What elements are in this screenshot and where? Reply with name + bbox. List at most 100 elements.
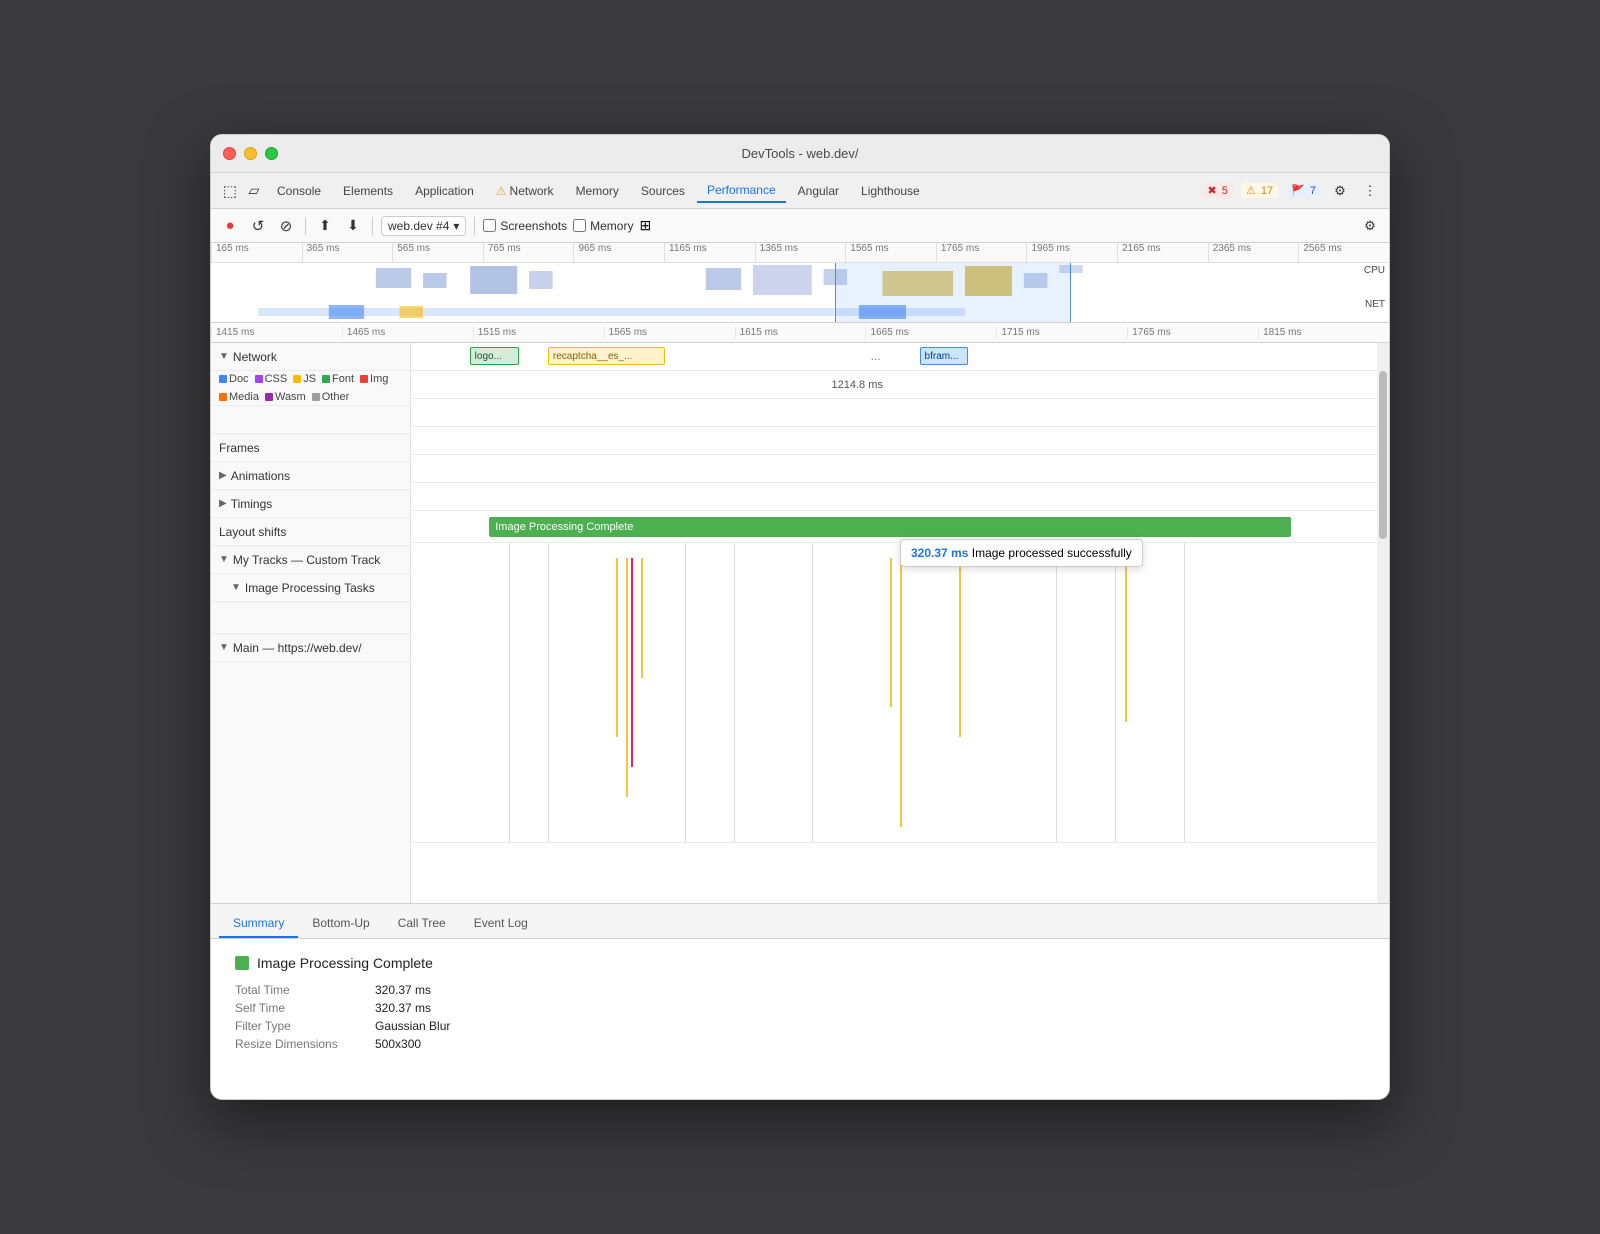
ruler2-tick-6: 1715 ms: [996, 327, 1127, 338]
inspect-icon[interactable]: ⬚: [219, 180, 241, 202]
total-time-label: Total Time: [235, 983, 375, 997]
custom-track-row[interactable]: ▼ My Tracks — Custom Track: [211, 546, 410, 574]
tab-elements[interactable]: Elements: [333, 180, 403, 202]
vtick-8: [1184, 543, 1185, 842]
self-time-value: 320.37 ms: [375, 1001, 431, 1015]
vertical-scrollbar[interactable]: [1377, 343, 1389, 903]
screenshots-toggle[interactable]: Screenshots: [483, 219, 567, 233]
vtick-7: [1115, 543, 1116, 842]
performance-toolbar: ● ↺ ⊘ ⬆ ⬇ web.dev #4 ▾ Screenshots Memor…: [211, 209, 1389, 243]
network-row[interactable]: ▼ Network: [211, 343, 410, 371]
animations-row[interactable]: ▶ Animations: [211, 462, 410, 490]
vtick-5: [812, 543, 813, 842]
filter-type-label: Filter Type: [235, 1019, 375, 1033]
toolbar-settings-icon[interactable]: ⚙: [1359, 215, 1381, 237]
tab-application[interactable]: Application: [405, 180, 484, 202]
tooltip-time: 320.37 ms: [911, 546, 968, 560]
settings-icon[interactable]: ⚙: [1329, 180, 1351, 202]
timings-track: [411, 427, 1389, 455]
vtick-yellow-2: [626, 558, 628, 797]
summary-title-row: Image Processing Complete: [235, 955, 1365, 971]
summary-row-filter-type: Filter Type Gaussian Blur: [235, 1019, 1365, 1033]
custom-track-expand-icon: ▼: [219, 554, 229, 565]
main-thread-row[interactable]: ▼ Main — https://web.dev/: [211, 634, 410, 662]
layout-shifts-track: [411, 455, 1389, 483]
tab-console[interactable]: Console: [267, 180, 331, 202]
tab-bottom-up[interactable]: Bottom-Up: [298, 910, 383, 938]
close-button[interactable]: [223, 147, 236, 160]
maximize-button[interactable]: [265, 147, 278, 160]
ruler-tick-6: 1365 ms: [755, 243, 846, 262]
clear-button[interactable]: ⊘: [275, 215, 297, 237]
vtick-yellow-4: [890, 558, 892, 708]
memory-toggle[interactable]: Memory: [573, 219, 633, 233]
tab-lighthouse[interactable]: Lighthouse: [851, 180, 930, 202]
main-thread-label: Main — https://web.dev/: [233, 641, 362, 655]
legend-doc: Doc: [219, 373, 249, 385]
recaptcha-chip[interactable]: recaptcha__es_...: [548, 347, 665, 365]
tab-sources[interactable]: Sources: [631, 180, 695, 202]
tab-angular[interactable]: Angular: [788, 180, 849, 202]
legend-js: JS: [293, 373, 316, 385]
memory-checkbox[interactable]: [573, 219, 586, 232]
separator-3: [474, 217, 475, 235]
upload-button[interactable]: ⬆: [314, 215, 336, 237]
timeline-overview[interactable]: 165 ms 365 ms 565 ms 765 ms 965 ms 1165 …: [211, 243, 1389, 323]
main-thread-track[interactable]: [411, 543, 1389, 843]
media-color: [219, 393, 227, 401]
network-chips-left-spacer: [211, 406, 410, 434]
legend-img: Img: [360, 373, 388, 385]
image-processing-track[interactable]: Image Processing Complete 320.37 ms Imag…: [411, 511, 1389, 543]
img-proc-bar-label: Image Processing Complete: [495, 521, 633, 533]
more-options-icon[interactable]: ⋮: [1359, 180, 1381, 202]
profile-selector[interactable]: web.dev #4 ▾: [381, 216, 466, 236]
tab-memory[interactable]: Memory: [566, 180, 629, 202]
window-title: DevTools - web.dev/: [741, 146, 858, 161]
img-proc-expand-icon: ▼: [231, 582, 241, 593]
timings-expand-icon: ▶: [219, 498, 227, 509]
bfram-chip[interactable]: bfram...: [920, 347, 969, 365]
ruler-tick-10: 2165 ms: [1117, 243, 1208, 262]
tab-call-tree[interactable]: Call Tree: [384, 910, 460, 938]
download-button[interactable]: ⬇: [342, 215, 364, 237]
device-icon[interactable]: ▱: [243, 180, 265, 202]
vtick-pink-1: [631, 558, 633, 767]
tab-network[interactable]: ⚠ Network: [486, 180, 564, 202]
info-icon: 🚩: [1291, 185, 1305, 197]
vtick-yellow-1: [616, 558, 618, 737]
ruler-tick-2: 565 ms: [392, 243, 483, 262]
tab-event-log[interactable]: Event Log: [460, 910, 542, 938]
timeline-graph[interactable]: CPU NET: [211, 263, 1389, 323]
summary-row-total-time: Total Time 320.37 ms: [235, 983, 1365, 997]
timings-row[interactable]: ▶ Timings: [211, 490, 410, 518]
summary-title-text: Image Processing Complete: [257, 955, 433, 971]
font-color: [322, 375, 330, 383]
warning-badge: ⚠ 17: [1241, 183, 1278, 198]
ruler-tick-5: 1165 ms: [664, 243, 755, 262]
network-label: Network: [233, 350, 277, 364]
legend-wasm: Wasm: [265, 391, 306, 403]
ruler-tick-9: 1965 ms: [1026, 243, 1117, 262]
tab-performance[interactable]: Performance: [697, 179, 786, 203]
summary-panel: Image Processing Complete Total Time 320…: [211, 939, 1389, 1099]
traffic-lights: [223, 147, 278, 160]
other-color: [312, 393, 320, 401]
cpu-label: CPU: [1364, 265, 1385, 276]
frames-row[interactable]: Frames: [211, 434, 410, 462]
filter-type-value: Gaussian Blur: [375, 1019, 450, 1033]
ruler2-tick-1: 1465 ms: [342, 327, 473, 338]
js-color: [293, 375, 301, 383]
screenshots-checkbox[interactable]: [483, 219, 496, 232]
vtick-1: [509, 543, 510, 842]
frames-time: 1214.8 ms: [832, 379, 883, 391]
layout-shifts-row[interactable]: Layout shifts: [211, 518, 410, 546]
record-button[interactable]: ●: [219, 215, 241, 237]
image-processing-tasks-row[interactable]: ▼ Image Processing Tasks: [211, 574, 410, 602]
reload-record-button[interactable]: ↺: [247, 215, 269, 237]
tab-summary[interactable]: Summary: [219, 910, 298, 938]
separator-1: [305, 217, 306, 235]
logo-chip[interactable]: logo...: [470, 347, 519, 365]
image-proc-complete-bar[interactable]: Image Processing Complete: [489, 517, 1291, 537]
scrollbar-thumb[interactable]: [1379, 371, 1387, 539]
minimize-button[interactable]: [244, 147, 257, 160]
